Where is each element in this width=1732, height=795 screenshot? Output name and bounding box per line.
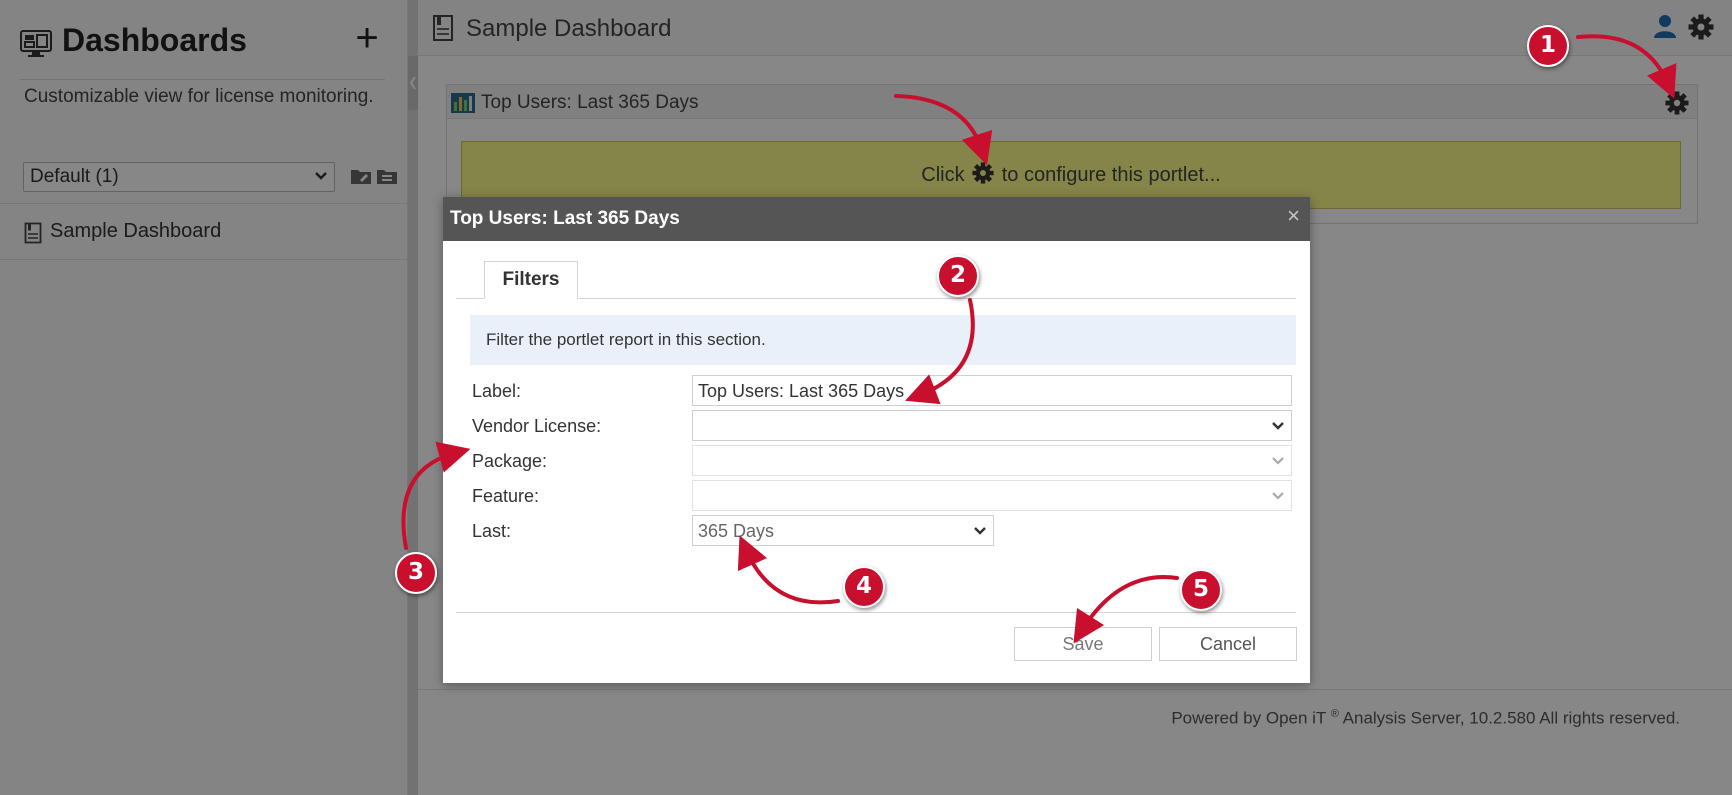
callout-badge-4: 4 — [843, 566, 885, 608]
close-button[interactable]: × — [1287, 203, 1300, 229]
package-select[interactable] — [692, 445, 1292, 476]
chevron-down-icon — [974, 527, 986, 535]
save-button[interactable]: Save — [1014, 627, 1152, 661]
chevron-down-icon — [1272, 492, 1284, 500]
filter-info-box: Filter the portlet report in this sectio… — [470, 315, 1296, 365]
dialog-title: Top Users: Last 365 Days — [450, 208, 680, 229]
label-field-label: Label: — [472, 381, 522, 401]
last-period-select[interactable]: 365 Days — [692, 515, 994, 546]
feature-select[interactable] — [692, 480, 1292, 511]
dialog-header: Top Users: Last 365 Days × — [443, 197, 1310, 241]
last-period-value: 365 Days — [698, 521, 775, 541]
package-label: Package: — [472, 451, 548, 471]
vendor-license-label: Vendor License: — [472, 416, 602, 436]
callout-badge-2: 2 — [937, 255, 979, 297]
vendor-license-select[interactable] — [692, 410, 1292, 441]
chevron-down-icon — [1272, 457, 1284, 465]
last-label: Last: — [472, 521, 512, 541]
callout-badge-5: 5 — [1180, 569, 1222, 611]
label-input[interactable]: Top Users: Last 365 Days — [692, 375, 1292, 406]
buttons-divider — [456, 612, 1296, 613]
tabs-divider — [456, 298, 1296, 299]
tab-filters[interactable]: Filters — [484, 261, 578, 299]
portlet-config-dialog: Top Users: Last 365 Days × Filters Filte… — [443, 197, 1310, 683]
callout-badge-3: 3 — [395, 552, 437, 594]
chevron-down-icon — [1272, 422, 1284, 430]
feature-label: Feature: — [472, 486, 540, 506]
callout-badge-1: 1 — [1527, 25, 1569, 67]
cancel-button[interactable]: Cancel — [1159, 627, 1297, 661]
